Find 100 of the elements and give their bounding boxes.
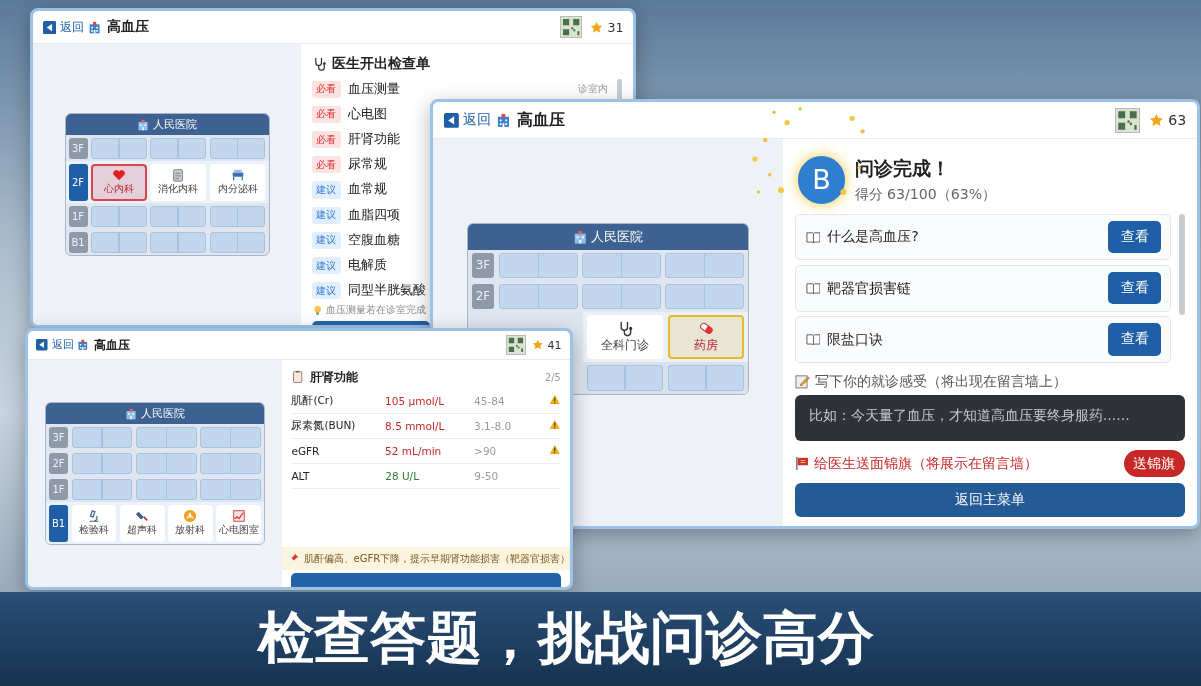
room-slot: [135, 452, 197, 474]
qr-code-icon[interactable]: [505, 335, 526, 356]
department-button[interactable]: 药房: [667, 314, 745, 359]
required-tag: 必看: [311, 131, 342, 149]
window-title: 高血压: [517, 109, 566, 131]
result-title: 问诊完成！: [854, 156, 951, 182]
exam-name[interactable]: 心电图: [348, 105, 388, 123]
reference-range: 3.1-8.0: [474, 419, 513, 432]
room-slot: [91, 205, 147, 227]
department-button[interactable]: 放射科: [168, 504, 213, 542]
card-title: 限盐口诀: [827, 330, 885, 349]
room-slot: [200, 426, 261, 448]
page-indicator: 2/5: [545, 371, 561, 383]
department-button[interactable]: 超声科: [119, 504, 165, 542]
exam-name[interactable]: 肝肾功能: [348, 131, 401, 149]
back-link[interactable]: 返回: [463, 111, 492, 130]
required-tag: 必看: [311, 105, 342, 123]
window-title: 高血压: [93, 336, 130, 354]
hospital-icon: [125, 407, 138, 420]
star-count: 31: [607, 19, 624, 35]
required-tag: 必看: [311, 156, 342, 174]
qr-code-icon[interactable]: [559, 16, 583, 39]
room-slot: [200, 478, 261, 500]
room-slot: [209, 137, 266, 159]
window-title: 高血压: [106, 18, 149, 37]
chart-icon: [231, 509, 246, 524]
test-name: eGFR: [291, 444, 321, 457]
send-pennant-button[interactable]: 送锦旗: [1124, 450, 1185, 477]
scrollbar[interactable]: [1178, 213, 1185, 315]
exam-name[interactable]: 血常规: [348, 181, 388, 199]
floor-label[interactable]: B1: [49, 504, 68, 542]
warning-icon: [549, 418, 561, 431]
radiation-icon: [183, 509, 198, 524]
room-slot: [71, 452, 133, 474]
floor-label[interactable]: 2F: [68, 163, 88, 201]
room-slot: [71, 478, 133, 500]
suggested-tag: 建议: [311, 206, 342, 224]
prompt-text: 写下你的就诊感受（将出现在留言墙上）: [814, 372, 1067, 391]
panel-title: 医生开出检查单: [332, 54, 431, 73]
bed-icon: [230, 168, 245, 183]
hospital-icon: [496, 112, 511, 128]
test-value: 52 mL/min: [385, 444, 443, 457]
qr-code-icon[interactable]: [1114, 107, 1140, 133]
warning-icon: [549, 393, 561, 406]
flag-icon: [795, 456, 810, 471]
tip-text: 血压测量若在诊室完成，: [326, 303, 437, 318]
hospital-name: 人民医院: [140, 406, 185, 422]
feedback-field[interactable]: 比如：今天量了血压，才知道高血压要终身服药……: [795, 395, 1185, 442]
test-value: 105 μmol/L: [385, 394, 446, 407]
pennant-text: 给医生送面锦旗（将展示在留言墙）: [814, 454, 1039, 473]
test-value: 8.5 mmol/L: [385, 419, 446, 432]
hospital-name: 人民医院: [591, 227, 644, 246]
exam-name[interactable]: 电解质: [348, 257, 388, 274]
room-slot: [91, 137, 147, 159]
heart-icon: [111, 168, 126, 183]
test-value: 28 U/L: [385, 470, 420, 482]
back-icon[interactable]: [42, 20, 56, 34]
department-button[interactable]: 消化内科: [150, 163, 207, 201]
department-button[interactable]: 检验科: [71, 504, 117, 542]
room-slot: [71, 426, 133, 448]
back-link[interactable]: 返回: [51, 338, 74, 353]
hospital-icon: [88, 20, 102, 34]
department-button[interactable]: 心内科: [91, 163, 147, 201]
test-name: 肌酐(Cr): [291, 393, 335, 408]
suggested-tag: 建议: [311, 181, 342, 199]
suggested-tag: 建议: [311, 231, 342, 249]
location-note: 诊室内: [577, 82, 608, 97]
department-button[interactable]: 全科门诊: [586, 314, 664, 359]
back-icon[interactable]: [443, 112, 459, 128]
room-slot: [150, 231, 207, 253]
back-icon[interactable]: [36, 339, 48, 351]
view-button[interactable]: 查看: [1108, 220, 1161, 254]
exam-name[interactable]: 同型半胱氨酸: [348, 282, 427, 300]
back-link[interactable]: 返回: [59, 18, 84, 36]
view-button[interactable]: 查看: [1108, 323, 1161, 356]
grade-badge: B: [797, 156, 846, 204]
room-slot: [150, 137, 207, 159]
exam-name[interactable]: 血压测量: [348, 80, 401, 98]
book-icon: [805, 332, 821, 347]
reference-range: >90: [474, 444, 498, 457]
exam-name[interactable]: 空腹血糖: [348, 231, 401, 249]
star-count: 63: [1168, 112, 1187, 129]
room-slot: [209, 205, 266, 227]
exam-name[interactable]: 尿常规: [348, 156, 388, 174]
main-menu-button[interactable]: 返回主菜单: [795, 483, 1185, 518]
room-slot: [200, 452, 261, 474]
reference-range: 45-84: [474, 394, 506, 407]
department-button[interactable]: 内分泌科: [209, 163, 266, 201]
room-slot: [135, 426, 197, 448]
room-slot: [135, 478, 197, 500]
clipboard-icon: [291, 370, 305, 384]
department-button[interactable]: 心电图室: [216, 504, 261, 542]
star-count: 41: [547, 338, 562, 352]
pencil-icon: [795, 374, 810, 390]
score-text: 得分 63/100（63%）: [854, 184, 997, 204]
card-title: 什么是高血压?: [827, 227, 920, 247]
room-slot: [91, 231, 147, 253]
exam-name[interactable]: 血脂四项: [348, 206, 401, 224]
suggested-tag: 建议: [311, 256, 342, 275]
view-button[interactable]: 查看: [1108, 272, 1161, 305]
